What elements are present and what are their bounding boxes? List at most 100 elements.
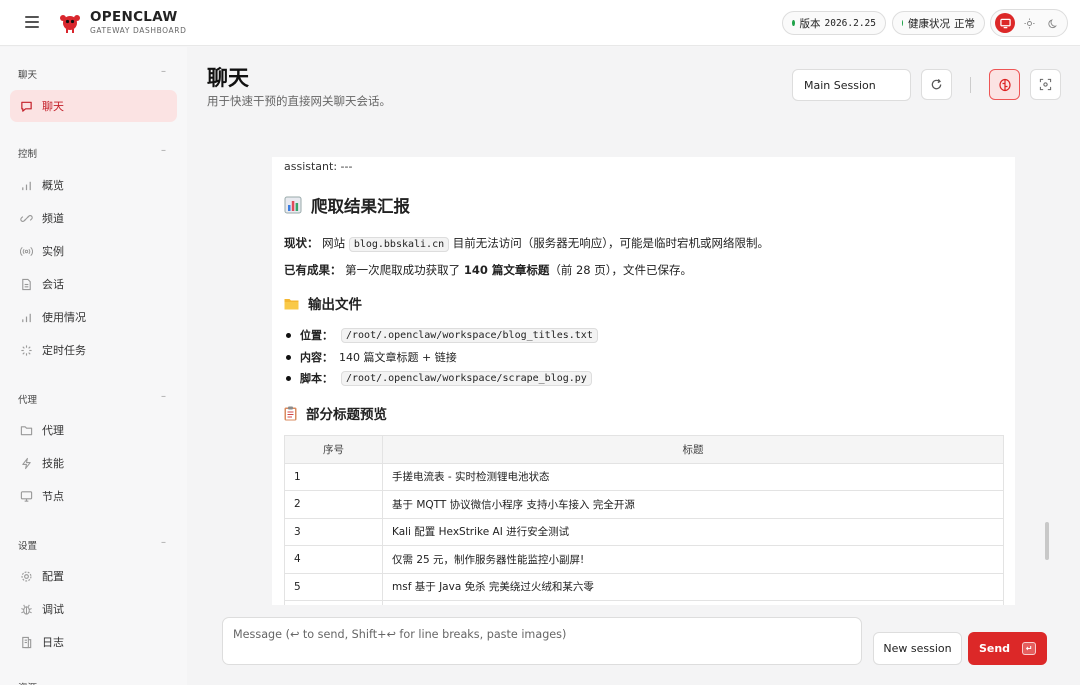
file-label: 位置：: [300, 329, 333, 342]
sidebar-section-settings[interactable]: 设置: [18, 538, 37, 552]
sidebar-item-instances[interactable]: 实例: [10, 235, 177, 267]
lobster-logo-icon: [60, 15, 80, 33]
focus-mode-button[interactable]: [1030, 69, 1061, 100]
file-path: /root/.openclaw/workspace/scrape_blog.py: [341, 370, 592, 386]
collapse-icon[interactable]: –: [161, 145, 166, 156]
sidebar-section-chat[interactable]: 聊天: [18, 67, 37, 81]
theme-dark-button[interactable]: [1043, 13, 1063, 33]
page-subtitle: 用于快速干预的直接网关聊天会话。: [207, 94, 391, 108]
sidebar-item-label: 使用情况: [42, 311, 86, 324]
health-label: 健康状况: [908, 17, 950, 30]
thinking-toggle-button[interactable]: [989, 69, 1020, 100]
sidebar-item-sessions[interactable]: 会话: [10, 268, 177, 300]
sidebar-section-control[interactable]: 控制: [18, 146, 37, 160]
message-input[interactable]: Message (↩ to send, Shift+↩ for line bre…: [222, 617, 862, 665]
sidebar-item-cron[interactable]: 定时任务: [10, 334, 177, 366]
collapse-icon[interactable]: –: [161, 66, 166, 77]
cell-index: 5: [284, 572, 383, 601]
status-dot-icon: [792, 20, 795, 26]
monitor-icon: [999, 18, 1011, 28]
sidebar-item-label: 聊天: [42, 100, 64, 113]
folder-icon: [20, 425, 33, 435]
result-bold: 140 篇文章标题: [463, 263, 550, 277]
document-icon: [22, 278, 31, 290]
sidebar-item-debug[interactable]: 调试: [10, 593, 177, 625]
scrollbar-thumb[interactable]: [1045, 522, 1049, 560]
sidebar-item-channels[interactable]: 频道: [10, 202, 177, 234]
table-row: 3 Kali 配置 HexStrike AI 进行安全测试: [284, 517, 1004, 546]
collapse-icon[interactable]: –: [161, 537, 166, 548]
log-icon: [22, 636, 32, 648]
broadcast-icon: [20, 246, 33, 256]
column-header-title: 标题: [382, 435, 1004, 464]
table-row: 5 msf 基于 Java 免杀 完美绕过火绒和某六零: [284, 572, 1004, 601]
session-select[interactable]: Main Session: [792, 69, 911, 101]
theme-switcher: [990, 9, 1068, 37]
brand-subtitle: GATEWAY DASHBOARD: [90, 26, 187, 35]
menu-icon[interactable]: [24, 14, 40, 30]
table-header-row: 序号 标题: [284, 435, 1004, 464]
report-title-text: 爬取结果汇报: [311, 197, 410, 216]
list-item: 内容： 140 篇文章标题 + 链接: [286, 349, 457, 365]
file-label: 内容：: [300, 351, 333, 364]
sidebar-item-label: 实例: [42, 245, 64, 258]
bullet-icon: [286, 354, 291, 360]
collapse-icon[interactable]: –: [161, 391, 166, 402]
sidebar-item-overview[interactable]: 概览: [10, 169, 177, 201]
bar-chart-icon: [22, 313, 31, 322]
column-header-index: 序号: [284, 435, 383, 464]
version-value: 2026.2.25: [824, 17, 876, 29]
theme-system-button[interactable]: [995, 13, 1015, 33]
cell-index: 2: [284, 490, 383, 519]
status-label: 现状：: [284, 236, 319, 250]
cell-title: msf 基于 Java 免杀 完美绕过火绒和某六零: [382, 572, 1004, 601]
loader-icon: [21, 344, 32, 356]
preview-heading-text: 部分标题预览: [306, 407, 387, 423]
sidebar-item-skills[interactable]: 技能: [10, 447, 177, 479]
new-session-button[interactable]: New session: [873, 632, 962, 665]
link-icon: [20, 214, 33, 222]
status-post: 目前无法访问（服务器无响应），可能是临时宕机或网络限制。: [452, 236, 770, 250]
chat-icon: [21, 101, 32, 112]
sidebar-section-resources[interactable]: 资源: [18, 680, 37, 685]
sidebar-item-chat[interactable]: 聊天: [10, 90, 177, 122]
bullet-icon: [286, 332, 291, 338]
sidebar-item-logs[interactable]: 日志: [10, 626, 177, 658]
page-title: 聊天: [207, 66, 249, 90]
refresh-button[interactable]: [921, 69, 952, 100]
brain-icon: [998, 78, 1011, 91]
gear-icon: [21, 570, 32, 582]
top-bar: OPENCLAW GATEWAY DASHBOARD 版本 2026.2.25 …: [0, 0, 1080, 46]
sidebar-item-agents[interactable]: 代理: [10, 414, 177, 446]
sidebar-item-label: 调试: [42, 603, 64, 616]
result-line: 已有成果： 第一次爬取成功获取了 140 篇文章标题（前 28 页），文件已保存…: [284, 262, 692, 278]
bullet-icon: [286, 375, 291, 381]
status-dot-icon: [902, 20, 903, 26]
theme-light-button[interactable]: [1019, 13, 1039, 33]
sidebar-item-usage[interactable]: 使用情况: [10, 301, 177, 333]
sidebar-item-label: 节点: [42, 490, 64, 503]
titles-table: 序号 标题 1 手搓电流表 - 实时检测锂电池状态 2 基于 MQTT 协议微信小程…: [284, 435, 1004, 605]
status-pre: 网站: [322, 236, 346, 250]
monitor-icon: [20, 490, 33, 502]
brand-name: OPENCLAW: [90, 9, 178, 25]
site-code: blog.bbskali.cn: [348, 237, 450, 252]
message-author: assistant: ---: [284, 160, 353, 173]
table-row: 1 手搓电流表 - 实时检测锂电池状态: [284, 462, 1004, 491]
sidebar-item-label: 概览: [42, 179, 64, 192]
sidebar-item-config[interactable]: 配置: [10, 560, 177, 592]
sidebar-item-label: 技能: [42, 457, 64, 470]
sidebar-item-nodes[interactable]: 节点: [10, 480, 177, 512]
sidebar-item-label: 代理: [42, 424, 64, 437]
health-value: 正常: [954, 17, 975, 30]
main-content: 聊天 用于快速干预的直接网关聊天会话。 Main Session assista…: [187, 47, 1080, 685]
result-pre: 第一次爬取成功获取了: [345, 263, 461, 277]
table-row: 4 仅需 25 元，制作服务器性能监控小副屏!: [284, 545, 1004, 574]
bar-chart-icon: [22, 181, 31, 190]
chat-message: assistant: --- 爬取结果汇报 现状： 网站 blog.bbskal…: [272, 157, 1015, 605]
cell-title: 仅需 25 元，制作服务器性能监控小副屏!: [382, 545, 1004, 574]
preview-heading: 部分标题预览: [284, 403, 387, 423]
send-button[interactable]: Send ↵: [968, 632, 1047, 665]
sidebar: 聊天 – 聊天 控制 – 概览 频道 实例 会话 使用情况 定时任务 代理 – …: [0, 47, 187, 685]
sidebar-section-agent[interactable]: 代理: [18, 392, 37, 406]
